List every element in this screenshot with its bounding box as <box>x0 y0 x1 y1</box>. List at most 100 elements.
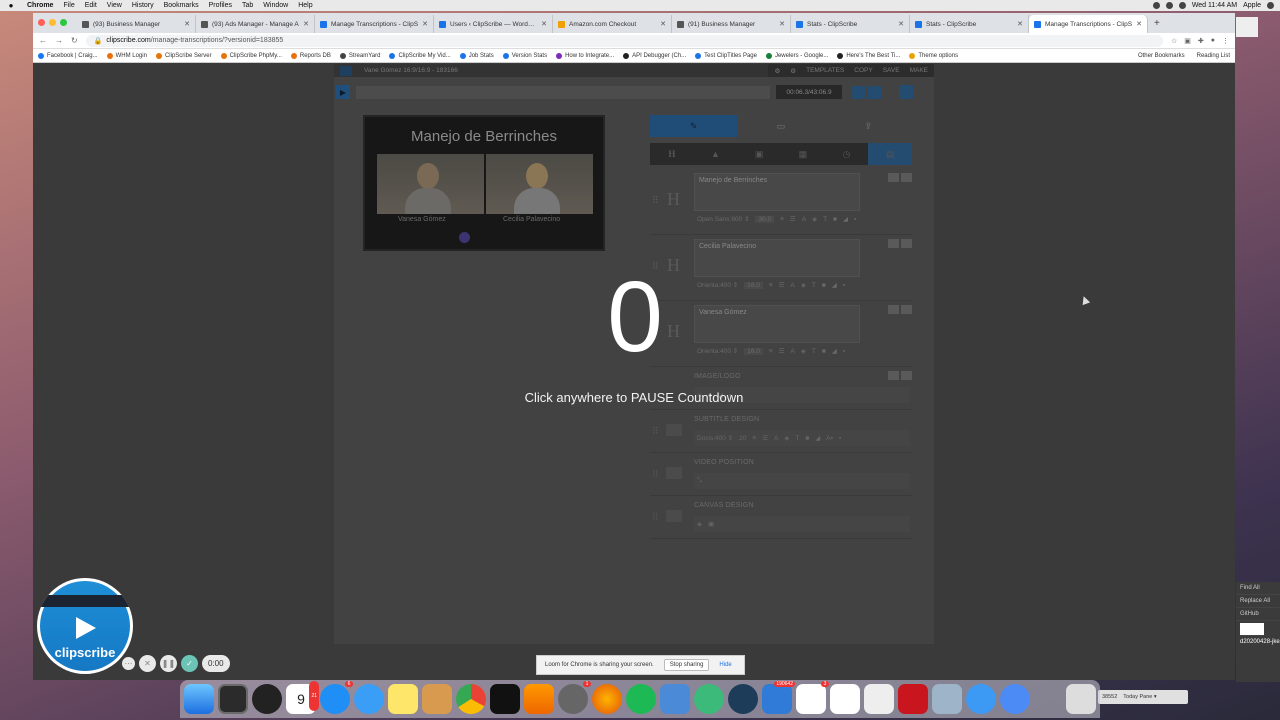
loom-camera-bubble[interactable]: clipscribe <box>37 578 133 674</box>
play-button[interactable]: ▶ <box>336 85 350 99</box>
list-icon[interactable]: ☰ <box>762 434 768 442</box>
close-tab-icon[interactable]: ✕ <box>422 20 428 28</box>
app-store-icon[interactable]: 6 <box>320 681 353 714</box>
tab-business-manager[interactable]: (93) Business Manager ✕ <box>77 15 196 33</box>
list-icon[interactable]: ☰ <box>790 215 796 223</box>
address-bar[interactable]: 🔒 clipscribe.com/manage-transcriptions/?… <box>85 34 1163 47</box>
box-icon[interactable]: ■ <box>708 392 712 399</box>
bg-icon[interactable]: ▪ <box>854 216 856 223</box>
mail-icon[interactable]: 190642 <box>762 681 795 714</box>
chrome-icon[interactable] <box>456 684 486 714</box>
duplicate-icon[interactable] <box>888 371 899 380</box>
fill-icon[interactable]: ◈ <box>812 215 817 223</box>
gear-icon[interactable]: ⚙ <box>790 67 796 75</box>
duplicate-icon[interactable] <box>888 173 899 182</box>
chrome-menu-icon[interactable]: ⋮ <box>1222 37 1229 45</box>
side-window-thumbnail[interactable] <box>1236 17 1258 37</box>
tab-ads-manager[interactable]: (93) Ads Manager - Manage A ✕ <box>196 15 315 33</box>
bookmark-item[interactable]: Jewelers - Google... <box>765 52 828 59</box>
align-icon[interactable]: ≡ <box>769 282 773 289</box>
duplicate-icon[interactable] <box>888 305 899 314</box>
menu-history[interactable]: History <box>127 2 159 9</box>
bookmark-item[interactable]: Theme options <box>909 52 958 59</box>
shadow-icon[interactable]: ◢ <box>832 347 837 355</box>
resize-icon[interactable]: ⤡ <box>697 477 702 485</box>
tab-stats-2[interactable]: Stats - ClipScribe ✕ <box>910 15 1029 33</box>
loom-pause-icon[interactable]: ❚❚ <box>160 655 177 672</box>
text-icon[interactable]: T <box>823 216 827 223</box>
drag-handle-icon[interactable]: ⠿ <box>652 261 659 272</box>
bookmark-item[interactable]: ClipScribe PhpMy... <box>220 52 282 59</box>
siri-icon[interactable] <box>1267 2 1274 9</box>
close-tab-icon[interactable]: ✕ <box>184 20 190 28</box>
back-arrow-icon[interactable] <box>340 65 352 76</box>
settings-icon[interactable]: ⚙ <box>774 67 780 75</box>
close-tab-icon[interactable]: ✕ <box>660 20 666 28</box>
subtitle-size-input[interactable]: 20 <box>739 435 746 442</box>
templates-button[interactable]: TEMPLATES <box>806 67 844 74</box>
today-pane-button[interactable]: Today Pane ▾ <box>1123 694 1156 700</box>
trash-icon[interactable] <box>1066 684 1096 714</box>
zoom-window-icon[interactable] <box>60 19 67 26</box>
font-size-input[interactable]: 30.0 <box>755 215 775 223</box>
font-select[interactable]: Orienta:400 ⇕ <box>697 347 738 355</box>
tab-active-manage-transcriptions[interactable]: Manage Transcriptions - ClipS ✕ <box>1029 15 1148 33</box>
bg-icon[interactable]: ▪ <box>839 435 841 442</box>
font-select[interactable]: Open Sans:600 ⇕ <box>697 215 749 223</box>
close-tab-icon[interactable]: ✕ <box>779 20 785 28</box>
firefox-icon[interactable] <box>592 684 622 714</box>
box-icon[interactable]: ■ <box>822 282 826 289</box>
tab-amazon-checkout[interactable]: Amazon.com Checkout ✕ <box>553 15 672 33</box>
shapes-tab-icon[interactable]: ▲ <box>694 143 738 165</box>
preview-icon[interactable] <box>932 684 962 714</box>
bookmark-item[interactable]: WHM Login <box>106 52 147 59</box>
back-icon[interactable]: ← <box>39 36 47 45</box>
archive-utility-icon[interactable] <box>660 684 690 714</box>
other-bookmarks[interactable]: Other Bookmarks <box>1138 53 1185 59</box>
font-color-icon[interactable]: A <box>791 348 795 355</box>
stop-sharing-button[interactable]: Stop sharing <box>663 659 710 671</box>
font-color-icon[interactable]: A <box>802 216 806 223</box>
drag-handle-icon[interactable]: ⠿ <box>652 469 659 480</box>
chrome-alt-icon[interactable] <box>1000 684 1030 714</box>
list-icon[interactable]: ☰ <box>779 347 785 355</box>
captions-mode-tab-icon[interactable]: ▭ <box>737 115 824 137</box>
box-icon[interactable]: ■ <box>805 435 809 442</box>
bg-icon[interactable]: ▪ <box>843 348 845 355</box>
subtitle-font-select[interactable]: Dosis:400 ⇕ <box>697 434 733 442</box>
clock-tab-icon[interactable]: ◷ <box>825 143 869 165</box>
layer-text-field[interactable]: Manejo de Berrinches <box>694 173 860 211</box>
bookmark-item[interactable]: How to Integrate... <box>556 52 614 59</box>
drag-handle-icon[interactable]: ⠿ <box>652 512 659 523</box>
quicktime-icon[interactable] <box>728 684 758 714</box>
save-button[interactable]: SAVE <box>883 67 900 74</box>
prev-icon[interactable] <box>852 85 865 99</box>
share-mode-tab-icon[interactable]: ⇪ <box>825 115 912 137</box>
align-icon[interactable]: ≡ <box>769 348 773 355</box>
bookmark-item[interactable]: StreamYard <box>339 52 380 59</box>
heading-tab-icon[interactable]: H <box>650 143 694 165</box>
loom-more-icon[interactable]: ⋯ <box>122 657 135 670</box>
close-tab-icon[interactable]: ✕ <box>898 20 904 28</box>
image-icon[interactable]: ▣ <box>708 520 714 528</box>
acrobat-icon[interactable] <box>898 684 928 714</box>
menu-tab[interactable]: Tab <box>237 2 258 9</box>
fill-icon[interactable]: ◈ <box>801 347 806 355</box>
bookmark-item[interactable]: ClipScribe My Vid... <box>389 52 451 59</box>
loom-finish-icon[interactable]: ✓ <box>181 655 198 672</box>
delete-icon[interactable] <box>901 371 912 380</box>
shadow-icon[interactable]: ◢ <box>815 434 820 442</box>
box-icon[interactable]: ■ <box>822 348 826 355</box>
menu-clock[interactable]: Wed 11:44 AM <box>1192 2 1237 9</box>
menu-help[interactable]: Help <box>293 2 317 9</box>
bookmark-item[interactable]: Version Stats <box>502 52 547 59</box>
tab-users-wordpress[interactable]: Users ‹ ClipScribe — WordPre ✕ <box>434 15 553 33</box>
close-window-icon[interactable] <box>38 19 45 26</box>
bookmark-item[interactable]: Job Stats <box>459 52 494 59</box>
font-color-icon[interactable]: A <box>791 282 795 289</box>
bookmark-item[interactable]: ClipScribe Server <box>155 52 212 59</box>
menu-profiles[interactable]: Profiles <box>204 2 237 9</box>
wifi-icon[interactable] <box>1165 2 1173 9</box>
notes-icon[interactable] <box>388 684 418 714</box>
menu-app-name[interactable]: Chrome <box>22 2 58 9</box>
